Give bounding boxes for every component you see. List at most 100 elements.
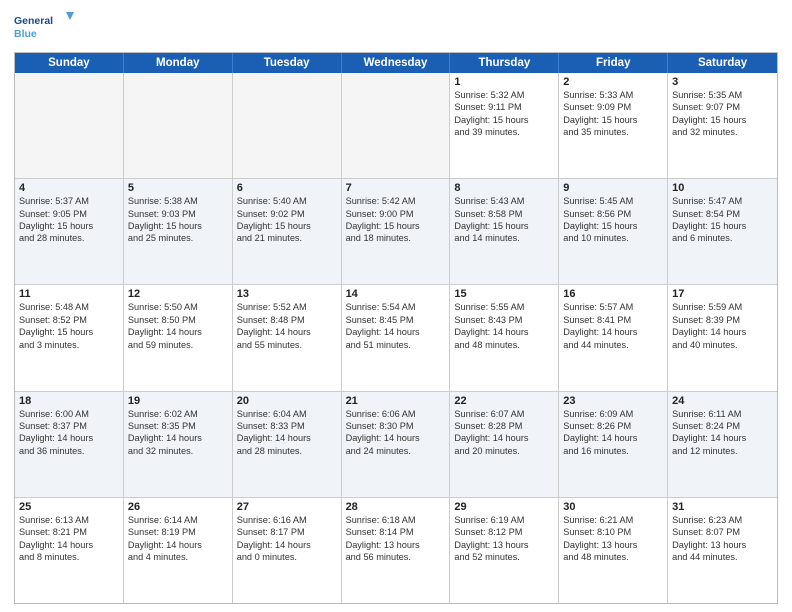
svg-text:General: General (14, 15, 53, 27)
calendar-cell: 24Sunrise: 6:11 AMSunset: 8:24 PMDayligh… (668, 392, 777, 497)
day-info: Sunrise: 5:38 AMSunset: 9:03 PMDaylight:… (128, 195, 228, 245)
calendar-row-3: 18Sunrise: 6:00 AMSunset: 8:37 PMDayligh… (15, 392, 777, 498)
calendar-cell: 28Sunrise: 6:18 AMSunset: 8:14 PMDayligh… (342, 498, 451, 603)
page-header: General Blue (14, 10, 778, 46)
calendar-cell: 4Sunrise: 5:37 AMSunset: 9:05 PMDaylight… (15, 179, 124, 284)
day-number: 15 (454, 288, 554, 300)
logo-svg: General Blue (14, 10, 74, 46)
calendar-cell: 19Sunrise: 6:02 AMSunset: 8:35 PMDayligh… (124, 392, 233, 497)
day-number: 16 (563, 288, 663, 300)
day-number: 24 (672, 395, 773, 407)
day-number: 4 (19, 182, 119, 194)
day-number: 20 (237, 395, 337, 407)
day-info: Sunrise: 6:16 AMSunset: 8:17 PMDaylight:… (237, 514, 337, 564)
day-info: Sunrise: 5:50 AMSunset: 8:50 PMDaylight:… (128, 301, 228, 351)
day-info: Sunrise: 6:06 AMSunset: 8:30 PMDaylight:… (346, 408, 446, 458)
header-day-wednesday: Wednesday (342, 53, 451, 73)
day-info: Sunrise: 5:47 AMSunset: 8:54 PMDaylight:… (672, 195, 773, 245)
day-info: Sunrise: 5:57 AMSunset: 8:41 PMDaylight:… (563, 301, 663, 351)
header-day-tuesday: Tuesday (233, 53, 342, 73)
day-number: 18 (19, 395, 119, 407)
day-number: 25 (19, 501, 119, 513)
day-info: Sunrise: 6:14 AMSunset: 8:19 PMDaylight:… (128, 514, 228, 564)
day-info: Sunrise: 6:23 AMSunset: 8:07 PMDaylight:… (672, 514, 773, 564)
calendar-cell: 29Sunrise: 6:19 AMSunset: 8:12 PMDayligh… (450, 498, 559, 603)
day-number: 23 (563, 395, 663, 407)
day-info: Sunrise: 6:21 AMSunset: 8:10 PMDaylight:… (563, 514, 663, 564)
day-number: 6 (237, 182, 337, 194)
calendar-cell: 23Sunrise: 6:09 AMSunset: 8:26 PMDayligh… (559, 392, 668, 497)
day-info: Sunrise: 5:32 AMSunset: 9:11 PMDaylight:… (454, 89, 554, 139)
day-info: Sunrise: 5:33 AMSunset: 9:09 PMDaylight:… (563, 89, 663, 139)
day-number: 28 (346, 501, 446, 513)
calendar-cell: 1Sunrise: 5:32 AMSunset: 9:11 PMDaylight… (450, 73, 559, 178)
calendar-body: 1Sunrise: 5:32 AMSunset: 9:11 PMDaylight… (15, 73, 777, 603)
header-day-saturday: Saturday (668, 53, 777, 73)
day-info: Sunrise: 5:37 AMSunset: 9:05 PMDaylight:… (19, 195, 119, 245)
day-info: Sunrise: 5:55 AMSunset: 8:43 PMDaylight:… (454, 301, 554, 351)
day-info: Sunrise: 5:48 AMSunset: 8:52 PMDaylight:… (19, 301, 119, 351)
day-info: Sunrise: 5:42 AMSunset: 9:00 PMDaylight:… (346, 195, 446, 245)
calendar-cell: 7Sunrise: 5:42 AMSunset: 9:00 PMDaylight… (342, 179, 451, 284)
calendar-header: SundayMondayTuesdayWednesdayThursdayFrid… (15, 53, 777, 73)
day-number: 11 (19, 288, 119, 300)
calendar-cell (233, 73, 342, 178)
day-number: 17 (672, 288, 773, 300)
calendar-cell: 27Sunrise: 6:16 AMSunset: 8:17 PMDayligh… (233, 498, 342, 603)
calendar-cell: 13Sunrise: 5:52 AMSunset: 8:48 PMDayligh… (233, 285, 342, 390)
calendar-cell: 17Sunrise: 5:59 AMSunset: 8:39 PMDayligh… (668, 285, 777, 390)
calendar-cell: 5Sunrise: 5:38 AMSunset: 9:03 PMDaylight… (124, 179, 233, 284)
calendar: SundayMondayTuesdayWednesdayThursdayFrid… (14, 52, 778, 604)
header-day-monday: Monday (124, 53, 233, 73)
day-number: 22 (454, 395, 554, 407)
day-info: Sunrise: 6:07 AMSunset: 8:28 PMDaylight:… (454, 408, 554, 458)
day-number: 2 (563, 76, 663, 88)
day-info: Sunrise: 6:13 AMSunset: 8:21 PMDaylight:… (19, 514, 119, 564)
calendar-cell (15, 73, 124, 178)
day-number: 10 (672, 182, 773, 194)
calendar-cell (124, 73, 233, 178)
day-info: Sunrise: 6:00 AMSunset: 8:37 PMDaylight:… (19, 408, 119, 458)
day-number: 26 (128, 501, 228, 513)
header-day-thursday: Thursday (450, 53, 559, 73)
day-number: 30 (563, 501, 663, 513)
logo: General Blue (14, 10, 74, 46)
day-info: Sunrise: 5:52 AMSunset: 8:48 PMDaylight:… (237, 301, 337, 351)
day-info: Sunrise: 5:45 AMSunset: 8:56 PMDaylight:… (563, 195, 663, 245)
calendar-cell: 3Sunrise: 5:35 AMSunset: 9:07 PMDaylight… (668, 73, 777, 178)
calendar-row-1: 4Sunrise: 5:37 AMSunset: 9:05 PMDaylight… (15, 179, 777, 285)
calendar-cell: 30Sunrise: 6:21 AMSunset: 8:10 PMDayligh… (559, 498, 668, 603)
calendar-cell: 21Sunrise: 6:06 AMSunset: 8:30 PMDayligh… (342, 392, 451, 497)
day-info: Sunrise: 6:19 AMSunset: 8:12 PMDaylight:… (454, 514, 554, 564)
day-info: Sunrise: 6:04 AMSunset: 8:33 PMDaylight:… (237, 408, 337, 458)
header-day-friday: Friday (559, 53, 668, 73)
calendar-cell: 20Sunrise: 6:04 AMSunset: 8:33 PMDayligh… (233, 392, 342, 497)
calendar-cell: 15Sunrise: 5:55 AMSunset: 8:43 PMDayligh… (450, 285, 559, 390)
calendar-cell: 26Sunrise: 6:14 AMSunset: 8:19 PMDayligh… (124, 498, 233, 603)
day-info: Sunrise: 5:35 AMSunset: 9:07 PMDaylight:… (672, 89, 773, 139)
day-number: 31 (672, 501, 773, 513)
day-number: 3 (672, 76, 773, 88)
day-number: 7 (346, 182, 446, 194)
calendar-cell: 2Sunrise: 5:33 AMSunset: 9:09 PMDaylight… (559, 73, 668, 178)
calendar-cell: 18Sunrise: 6:00 AMSunset: 8:37 PMDayligh… (15, 392, 124, 497)
calendar-cell: 16Sunrise: 5:57 AMSunset: 8:41 PMDayligh… (559, 285, 668, 390)
day-number: 19 (128, 395, 228, 407)
day-number: 29 (454, 501, 554, 513)
day-number: 1 (454, 76, 554, 88)
calendar-cell: 10Sunrise: 5:47 AMSunset: 8:54 PMDayligh… (668, 179, 777, 284)
calendar-row-0: 1Sunrise: 5:32 AMSunset: 9:11 PMDaylight… (15, 73, 777, 179)
header-day-sunday: Sunday (15, 53, 124, 73)
calendar-cell (342, 73, 451, 178)
calendar-cell: 6Sunrise: 5:40 AMSunset: 9:02 PMDaylight… (233, 179, 342, 284)
day-number: 5 (128, 182, 228, 194)
day-info: Sunrise: 5:43 AMSunset: 8:58 PMDaylight:… (454, 195, 554, 245)
calendar-cell: 8Sunrise: 5:43 AMSunset: 8:58 PMDaylight… (450, 179, 559, 284)
calendar-row-2: 11Sunrise: 5:48 AMSunset: 8:52 PMDayligh… (15, 285, 777, 391)
day-number: 13 (237, 288, 337, 300)
calendar-cell: 22Sunrise: 6:07 AMSunset: 8:28 PMDayligh… (450, 392, 559, 497)
svg-text:Blue: Blue (14, 28, 37, 40)
calendar-cell: 31Sunrise: 6:23 AMSunset: 8:07 PMDayligh… (668, 498, 777, 603)
day-info: Sunrise: 6:18 AMSunset: 8:14 PMDaylight:… (346, 514, 446, 564)
calendar-row-4: 25Sunrise: 6:13 AMSunset: 8:21 PMDayligh… (15, 498, 777, 603)
